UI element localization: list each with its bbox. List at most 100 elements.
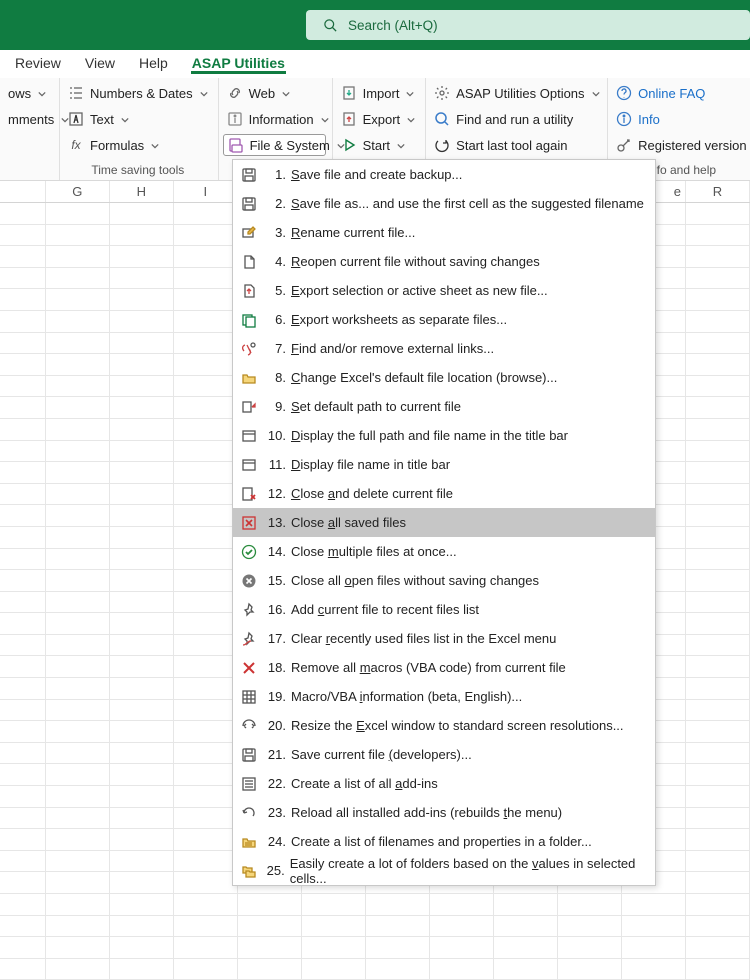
grid-cell[interactable] bbox=[302, 937, 366, 958]
menu-item[interactable]: 19.Macro/VBA information (beta, English)… bbox=[233, 682, 655, 711]
grid-cell[interactable] bbox=[0, 527, 46, 548]
grid-cell[interactable] bbox=[46, 441, 110, 462]
grid-cell[interactable] bbox=[110, 656, 174, 677]
menu-item[interactable]: 1.Save file and create backup... bbox=[233, 160, 655, 189]
grid-cell[interactable] bbox=[622, 937, 686, 958]
grid-cell[interactable] bbox=[110, 700, 174, 721]
grid-cell[interactable] bbox=[110, 225, 174, 246]
grid-cell[interactable] bbox=[0, 700, 46, 721]
grid-cell[interactable] bbox=[366, 916, 430, 937]
grid-cell[interactable] bbox=[46, 462, 110, 483]
grid-cell[interactable] bbox=[174, 635, 238, 656]
menu-item[interactable]: 14.Close multiple files at once... bbox=[233, 537, 655, 566]
grid-cell[interactable] bbox=[110, 743, 174, 764]
grid-cell[interactable] bbox=[0, 829, 46, 850]
grid-cell[interactable] bbox=[110, 829, 174, 850]
grid-cell[interactable] bbox=[686, 333, 750, 354]
grid-cell[interactable] bbox=[46, 333, 110, 354]
tab-asap-utilities[interactable]: ASAP Utilities bbox=[191, 50, 286, 74]
grid-cell[interactable] bbox=[686, 441, 750, 462]
information-button[interactable]: Information bbox=[223, 108, 326, 130]
file-system-button[interactable]: File & System bbox=[223, 134, 326, 156]
grid-cell[interactable] bbox=[686, 484, 750, 505]
grid-cell[interactable] bbox=[110, 462, 174, 483]
grid-cell[interactable] bbox=[46, 246, 110, 267]
grid-cell[interactable] bbox=[238, 937, 302, 958]
grid-cell[interactable] bbox=[46, 851, 110, 872]
grid-cell[interactable] bbox=[46, 959, 110, 980]
start-last-tool-button[interactable]: Start last tool again bbox=[430, 134, 601, 156]
menu-item[interactable]: 8.Change Excel's default file location (… bbox=[233, 363, 655, 392]
grid-cell[interactable] bbox=[558, 916, 622, 937]
grid-cell[interactable] bbox=[174, 829, 238, 850]
grid-cell[interactable] bbox=[686, 829, 750, 850]
column-header[interactable]: R bbox=[686, 181, 750, 202]
grid-cell[interactable] bbox=[622, 916, 686, 937]
grid-cell[interactable] bbox=[110, 592, 174, 613]
grid-cell[interactable] bbox=[686, 203, 750, 224]
grid-cell[interactable] bbox=[686, 354, 750, 375]
grid-cell[interactable] bbox=[686, 678, 750, 699]
grid-cell[interactable] bbox=[494, 916, 558, 937]
column-header[interactable]: H bbox=[110, 181, 174, 202]
menu-item[interactable]: 6.Export worksheets as separate files... bbox=[233, 305, 655, 334]
grid-cell[interactable] bbox=[46, 419, 110, 440]
grid-cell[interactable] bbox=[110, 872, 174, 893]
grid-cell[interactable] bbox=[174, 268, 238, 289]
grid-cell[interactable] bbox=[238, 959, 302, 980]
grid-cell[interactable] bbox=[494, 937, 558, 958]
grid-cell[interactable] bbox=[494, 894, 558, 915]
grid-cell[interactable] bbox=[366, 894, 430, 915]
grid-cell[interactable] bbox=[686, 289, 750, 310]
export-button[interactable]: Export bbox=[337, 108, 420, 130]
grid-cell[interactable] bbox=[686, 959, 750, 980]
grid-cell[interactable] bbox=[46, 916, 110, 937]
grid-cell[interactable] bbox=[110, 635, 174, 656]
start-button[interactable]: Start bbox=[337, 134, 420, 156]
web-button[interactable]: Web bbox=[223, 82, 326, 104]
grid-cell[interactable] bbox=[46, 484, 110, 505]
grid-cell[interactable] bbox=[110, 203, 174, 224]
grid-cell[interactable] bbox=[174, 743, 238, 764]
grid-cell[interactable] bbox=[0, 851, 46, 872]
grid-cell[interactable] bbox=[174, 916, 238, 937]
grid-cell[interactable] bbox=[686, 311, 750, 332]
grid-cell[interactable] bbox=[430, 937, 494, 958]
grid-cell[interactable] bbox=[110, 937, 174, 958]
online-faq-button[interactable]: Online FAQ bbox=[612, 82, 750, 104]
grid-cell[interactable] bbox=[0, 937, 46, 958]
grid-cell[interactable] bbox=[110, 549, 174, 570]
asap-options-button[interactable]: ASAP Utilities Options bbox=[430, 82, 601, 104]
grid-cell[interactable] bbox=[174, 678, 238, 699]
grid-cell[interactable] bbox=[46, 764, 110, 785]
grid-cell[interactable] bbox=[46, 225, 110, 246]
menu-item[interactable]: 12.Close and delete current file bbox=[233, 479, 655, 508]
menu-item[interactable]: 11.Display file name in title bar bbox=[233, 450, 655, 479]
comments-button-partial[interactable]: mments bbox=[4, 108, 53, 130]
grid-cell[interactable] bbox=[686, 916, 750, 937]
grid-cell[interactable] bbox=[174, 484, 238, 505]
grid-cell[interactable] bbox=[174, 721, 238, 742]
grid-cell[interactable] bbox=[110, 527, 174, 548]
menu-item[interactable]: 22.Create a list of all add-ins bbox=[233, 769, 655, 798]
tab-view[interactable]: View bbox=[84, 50, 116, 74]
tab-help[interactable]: Help bbox=[138, 50, 169, 74]
text-button[interactable]: Text bbox=[64, 108, 212, 130]
grid-cell[interactable] bbox=[558, 894, 622, 915]
grid-cell[interactable] bbox=[0, 635, 46, 656]
grid-cell[interactable] bbox=[110, 376, 174, 397]
menu-item[interactable]: 9.Set default path to current file bbox=[233, 392, 655, 421]
grid-cell[interactable] bbox=[174, 808, 238, 829]
menu-item[interactable]: 5.Export selection or active sheet as ne… bbox=[233, 276, 655, 305]
grid-cell[interactable] bbox=[174, 354, 238, 375]
grid-cell[interactable] bbox=[0, 808, 46, 829]
grid-cell[interactable] bbox=[430, 959, 494, 980]
grid-cell[interactable] bbox=[46, 397, 110, 418]
grid-cell[interactable] bbox=[174, 764, 238, 785]
grid-cell[interactable] bbox=[686, 851, 750, 872]
grid-cell[interactable] bbox=[686, 527, 750, 548]
grid-cell[interactable] bbox=[110, 268, 174, 289]
grid-cell[interactable] bbox=[686, 376, 750, 397]
grid-cell[interactable] bbox=[174, 872, 238, 893]
grid-cell[interactable] bbox=[110, 764, 174, 785]
